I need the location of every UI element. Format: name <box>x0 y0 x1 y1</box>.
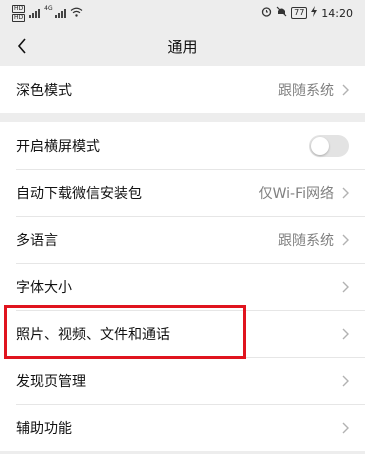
chevron-right-icon <box>342 187 349 199</box>
status-time: 14:20 <box>321 6 353 20</box>
auto-download-row[interactable]: 自动下载微信安装包 仅Wi-Fi网络 <box>0 169 365 216</box>
row-label: 开启横屏模式 <box>16 138 100 155</box>
network-tag: 4G <box>44 4 53 12</box>
discover-management-row[interactable]: 发现页管理 <box>0 357 365 404</box>
row-label: 自动下载微信安装包 <box>16 185 142 202</box>
status-bar: HD HD 4G 77 14:20 <box>0 0 365 26</box>
alarm-icon <box>261 6 272 20</box>
chevron-right-icon <box>342 234 349 246</box>
row-label: 辅助功能 <box>16 420 72 437</box>
status-right: 77 14:20 <box>261 6 353 20</box>
row-label: 多语言 <box>16 232 58 249</box>
settings-group-display: 深色模式 跟随系统 <box>0 66 365 113</box>
dark-mode-row[interactable]: 深色模式 跟随系统 <box>0 66 365 113</box>
chevron-right-icon <box>342 84 349 96</box>
signal-icon <box>29 8 41 18</box>
row-value: 仅Wi-Fi网络 <box>258 185 334 202</box>
settings-group-general: 开启横屏模式 自动下载微信安装包 仅Wi-Fi网络 多语言 跟随系统 字体大小 … <box>0 122 365 451</box>
font-size-row[interactable]: 字体大小 <box>0 263 365 310</box>
landscape-toggle[interactable] <box>309 134 349 157</box>
landscape-mode-row: 开启横屏模式 <box>0 122 365 169</box>
sim-tags: HD HD <box>12 4 26 22</box>
chevron-right-icon <box>342 328 349 340</box>
row-label: 发现页管理 <box>16 373 86 390</box>
chevron-left-icon[interactable] <box>10 34 34 58</box>
row-label: 字体大小 <box>16 279 72 296</box>
row-value: 跟随系统 <box>278 232 334 249</box>
sim-tag: HD <box>12 13 26 22</box>
chevron-right-icon <box>342 422 349 434</box>
row-label: 照片、视频、文件和通话 <box>16 326 170 343</box>
row-value: 跟随系统 <box>278 82 334 99</box>
accessibility-row[interactable]: 辅助功能 <box>0 404 365 451</box>
chevron-right-icon <box>342 281 349 293</box>
title-bar: 通用 <box>0 26 365 66</box>
row-label: 深色模式 <box>16 82 72 99</box>
signal-icon <box>54 8 66 18</box>
sim-tag: HD <box>12 4 26 13</box>
page-title: 通用 <box>167 37 198 56</box>
language-row[interactable]: 多语言 跟随系统 <box>0 216 365 263</box>
chevron-right-icon <box>342 375 349 387</box>
battery-icon: 77 <box>291 7 308 19</box>
toggle-knob <box>311 136 329 155</box>
wifi-icon <box>70 7 83 20</box>
mute-icon <box>276 6 287 20</box>
media-files-calls-row[interactable]: 照片、视频、文件和通话 <box>0 310 365 357</box>
status-left: HD HD 4G <box>12 4 83 22</box>
charging-icon <box>311 6 318 20</box>
